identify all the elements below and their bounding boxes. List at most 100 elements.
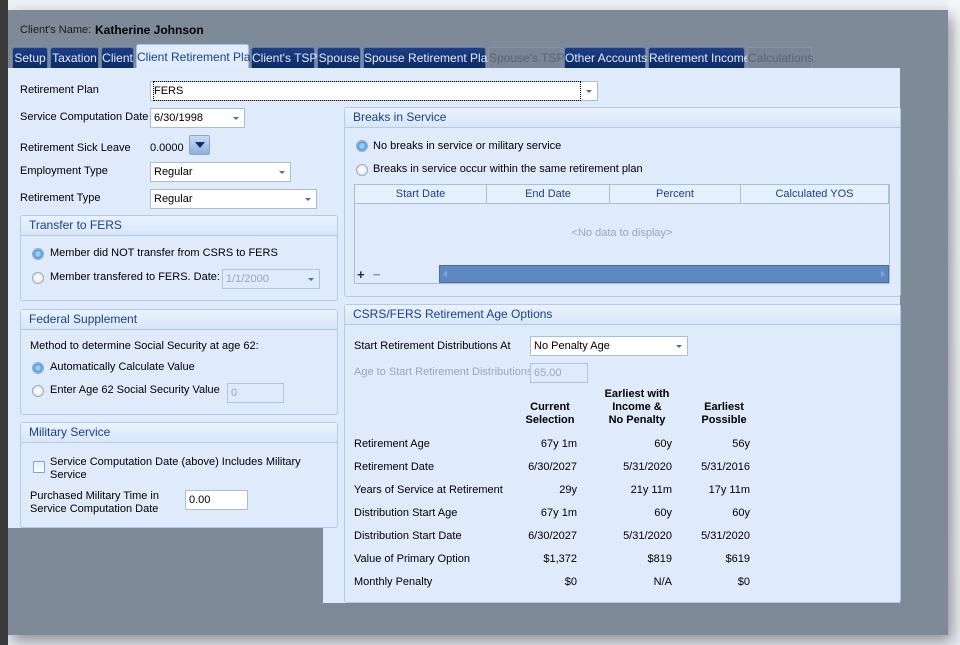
age-start-label: Age to Start Retirement Distributions — [354, 366, 533, 378]
purchased-label-cont: Service Computation Date — [30, 503, 159, 515]
start-distributions-select[interactable]: No Penalty Age — [530, 336, 688, 356]
column-header: Selection — [525, 414, 575, 426]
military-checkbox[interactable] — [33, 461, 45, 473]
tab-retirement-income[interactable]: Retirement Income — [648, 47, 750, 68]
column-header[interactable]: Percent — [610, 185, 741, 203]
radio-no-transfer[interactable] — [32, 248, 44, 260]
military-checkbox-label: Service Computation Date (above) Include… — [50, 456, 301, 468]
radio-enter-value-label: Enter Age 62 Social Security Value — [50, 384, 220, 396]
group-title: Transfer to FERS — [21, 216, 337, 236]
title-strip — [8, 0, 948, 10]
tab-calculations: Calculations — [747, 47, 813, 68]
retirement-plan-label: Retirement Plan — [20, 84, 99, 96]
retirement-type-value: Regular — [154, 193, 193, 205]
start-distributions-value: No Penalty Age — [534, 340, 610, 352]
column-header: Earliest — [704, 401, 744, 413]
radio-transferred-label: Member transfered to FERS. Date: — [50, 271, 220, 283]
left-border — [0, 0, 8, 645]
scd-label: Service Computation Date — [20, 111, 149, 123]
cell-value: $0 — [564, 576, 577, 588]
age-start-value: 65.00 — [534, 367, 562, 379]
client-name-label: Client's Name: — [20, 24, 92, 36]
radio-transferred[interactable] — [32, 272, 44, 284]
start-distributions-label: Start Retirement Distributions At — [354, 340, 511, 352]
chevron-down-icon — [308, 278, 314, 281]
horizontal-scrollbar[interactable] — [439, 265, 889, 283]
employment-type-select[interactable]: Regular — [150, 162, 291, 182]
row-label: Value of Primary Option — [354, 553, 470, 565]
column-header[interactable]: Start Date — [355, 185, 487, 203]
cell-value: 6/30/2027 — [528, 461, 577, 473]
group-title: Federal Supplement — [21, 310, 337, 330]
radio-no-breaks[interactable] — [356, 140, 368, 152]
row-label: Retirement Date — [354, 461, 435, 473]
cell-value: $1,372 — [543, 553, 577, 565]
radio-auto-calculate-label: Automatically Calculate Value — [50, 361, 195, 373]
cell-value: 67y 1m — [540, 438, 577, 450]
row-label: Distribution Start Age — [354, 507, 458, 519]
column-header: Possible — [701, 414, 747, 426]
column-header: Current — [530, 401, 570, 413]
chevron-down-icon — [676, 345, 682, 348]
purchased-label: Purchased Military Time in — [30, 490, 159, 502]
retirement-plan-select[interactable]: FERS — [150, 81, 598, 101]
tab-client-retirement-plan[interactable]: Client Retirement Plan — [136, 44, 257, 68]
transfer-date-picker[interactable]: 1/1/2000 — [222, 269, 320, 289]
military-checkbox-label-cont: Service — [50, 469, 87, 481]
scroll-right-icon[interactable] — [881, 270, 885, 278]
radio-auto-calculate[interactable] — [32, 362, 44, 374]
client-name: Katherine Johnson — [95, 23, 204, 37]
row-label: Monthly Penalty — [354, 576, 433, 588]
method-label: Method to determine Social Security at a… — [30, 340, 259, 352]
breaks-grid: Start Date End Date Percent Calculated YOS … — [354, 184, 890, 284]
column-header[interactable]: End Date — [487, 185, 610, 203]
radio-breaks-same-plan[interactable] — [356, 164, 368, 176]
column-header: Income & — [612, 401, 662, 413]
cell-value: 17y 11m — [708, 484, 750, 496]
group-title: Military Service — [21, 423, 337, 443]
cell-value: $0 — [737, 576, 750, 588]
ss-value-input[interactable]: 0 — [227, 383, 284, 403]
tab-client-s-tsp[interactable]: Client's TSP — [251, 47, 317, 68]
radio-breaks-same-plan-label: Breaks in service occur within the same … — [373, 163, 643, 175]
sick-leave-value: 0.0000 — [150, 142, 184, 154]
age-start-input[interactable]: 65.00 — [530, 363, 588, 383]
remove-row-button[interactable]: − — [373, 267, 381, 282]
scroll-left-icon[interactable] — [443, 270, 447, 278]
radio-enter-value[interactable] — [32, 385, 44, 397]
tab-client[interactable]: Client — [101, 47, 134, 68]
cell-value: 29y — [559, 484, 577, 496]
tab-spouse-retirement-plan[interactable]: Spouse Retirement Plan — [363, 47, 494, 68]
group-title: CSRS/FERS Retirement Age Options — [345, 305, 900, 325]
cell-value: 5/31/2016 — [701, 461, 750, 473]
tab-spouse[interactable]: Spouse — [317, 47, 361, 68]
scd-date-picker[interactable]: 6/30/1998 — [150, 108, 245, 128]
employment-type-value: Regular — [154, 166, 193, 178]
sick-leave-label: Retirement Sick Leave — [20, 142, 131, 154]
group-title: Breaks in Service — [345, 108, 900, 128]
cell-value: 6/30/2027 — [528, 530, 577, 542]
retirement-type-label: Retirement Type — [20, 192, 101, 204]
grid-header: Start Date End Date Percent Calculated YOS — [355, 185, 889, 204]
tab-other-accounts[interactable]: Other Accounts — [564, 47, 647, 68]
purchased-input[interactable]: 0.00 — [185, 490, 248, 510]
chevron-down-icon — [305, 198, 311, 201]
retirement-type-select[interactable]: Regular — [150, 189, 317, 209]
employment-type-label: Employment Type — [20, 165, 108, 177]
chevron-down-icon — [279, 171, 285, 174]
tab-taxation[interactable]: Taxation — [50, 47, 99, 68]
add-row-button[interactable]: + — [357, 267, 365, 282]
cell-value: $619 — [725, 553, 750, 565]
retirement-plan-value: FERS — [153, 81, 581, 101]
column-header[interactable]: Calculated YOS — [741, 185, 889, 203]
column-header: Earliest with — [604, 388, 670, 400]
ss-value: 0 — [231, 387, 238, 399]
tab-setup[interactable]: Setup — [12, 47, 48, 68]
scd-value: 6/30/1998 — [154, 112, 203, 124]
cell-value: 5/31/2020 — [701, 530, 750, 542]
chevron-down-icon — [195, 142, 205, 148]
row-label: Retirement Age — [354, 438, 430, 450]
radio-no-transfer-label: Member did NOT transfer from CSRS to FER… — [50, 247, 278, 259]
chevron-down-icon — [586, 90, 592, 93]
sick-leave-dropdown-button[interactable] — [189, 135, 210, 155]
